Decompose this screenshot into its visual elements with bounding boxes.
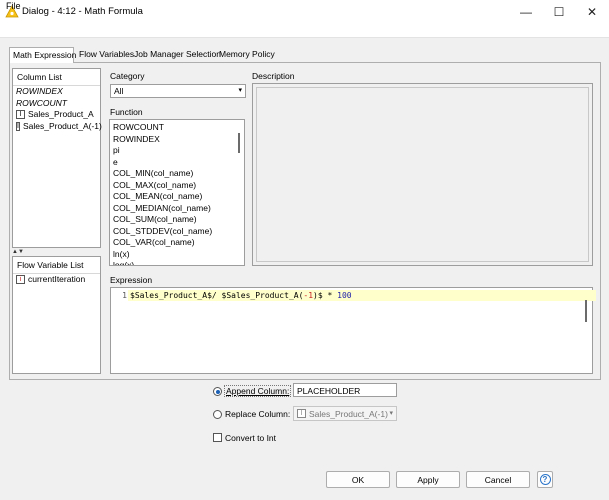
- function-item[interactable]: COL_STDDEV(col_name): [110, 226, 244, 238]
- tab-flow-variables[interactable]: Flow Variables: [76, 47, 137, 63]
- function-item[interactable]: ln(x): [110, 249, 244, 261]
- function-item[interactable]: COL_VAR(col_name): [110, 237, 244, 249]
- integer-type-icon: I: [297, 409, 306, 418]
- convert-to-int-checkbox[interactable]: [213, 433, 222, 442]
- function-item[interactable]: COL_MEDIAN(col_name): [110, 203, 244, 215]
- column-item-rowcount[interactable]: ROWCOUNT: [13, 98, 100, 110]
- function-item[interactable]: e: [110, 157, 244, 169]
- function-list[interactable]: ROWCOUNT ROWINDEX pi e COL_MIN(col_name) COL_…: [109, 119, 245, 266]
- expression-token: $Sales_Product_A$/ $Sales_Product_A: [130, 291, 299, 300]
- append-column-label: Append Column:: [223, 385, 292, 397]
- expression-label: Expression: [110, 275, 153, 285]
- help-button[interactable]: ?: [537, 471, 553, 488]
- function-item[interactable]: ROWINDEX: [110, 134, 244, 146]
- category-select[interactable]: All ▾: [110, 84, 246, 98]
- close-button[interactable]: ✕: [577, 0, 607, 24]
- column-list-header: Column List: [13, 69, 100, 86]
- apply-button[interactable]: Apply: [396, 471, 460, 488]
- function-item[interactable]: pi: [110, 145, 244, 157]
- cancel-button[interactable]: Cancel: [466, 471, 530, 488]
- expression-token: -1: [303, 291, 314, 300]
- column-item-sales-product-a[interactable]: I Sales_Product_A: [13, 109, 100, 121]
- menu-file[interactable]: File: [6, 1, 21, 11]
- expression-text[interactable]: $Sales_Product_A$/ $Sales_Product_A(-1)$…: [130, 291, 352, 300]
- function-item[interactable]: ROWCOUNT: [110, 122, 244, 134]
- flow-variable-item-current-iteration[interactable]: i currentIteration: [13, 274, 100, 286]
- tab-math-expression[interactable]: Math Expression: [9, 47, 76, 63]
- function-item[interactable]: COL_SUM(col_name): [110, 214, 244, 226]
- replace-column-label: Replace Column:: [225, 409, 291, 419]
- category-label: Category: [110, 71, 145, 81]
- expression-scrollbar[interactable]: [585, 300, 587, 322]
- column-item-rowindex[interactable]: ROWINDEX: [13, 86, 100, 98]
- ok-button[interactable]: OK: [326, 471, 390, 488]
- chevron-down-icon: ▾: [238, 87, 242, 94]
- function-item[interactable]: COL_MEAN(col_name): [110, 191, 244, 203]
- function-item[interactable]: log(x): [110, 260, 244, 265]
- expression-token: *: [322, 291, 338, 300]
- description-panel: [252, 83, 593, 266]
- integer-type-icon: I: [16, 121, 20, 131]
- integer-type-icon: I: [16, 110, 25, 120]
- flow-variable-int-icon: i: [16, 275, 25, 285]
- splitter-arrows[interactable]: ▲▼: [12, 249, 24, 255]
- expression-token: 100: [337, 291, 352, 300]
- function-item[interactable]: COL_MAX(col_name): [110, 180, 244, 192]
- expression-editor[interactable]: 1 $Sales_Product_A$/ $Sales_Product_A(-1…: [110, 287, 596, 374]
- function-item[interactable]: COL_MIN(col_name): [110, 168, 244, 180]
- description-content: [256, 87, 589, 262]
- column-list[interactable]: Column List ROWINDEX ROWCOUNT I Sales_Pro…: [12, 68, 102, 248]
- window-title: Dialog - 4:12 - Math Formula: [22, 6, 143, 17]
- menu-bar: [0, 24, 609, 38]
- help-icon: ?: [539, 474, 551, 485]
- function-label: Function: [110, 107, 143, 117]
- minimize-button[interactable]: —: [511, 0, 541, 24]
- flow-variable-list[interactable]: Flow Variable List i currentIteration: [12, 256, 101, 374]
- tab-job-manager-selection[interactable]: Job Manager Selection: [131, 47, 224, 63]
- convert-to-int-label: Convert to Int: [225, 433, 277, 443]
- tab-memory-policy[interactable]: Memory Policy: [216, 47, 278, 63]
- replace-column-radio[interactable]: [213, 410, 222, 419]
- append-column-input[interactable]: PLACEHOLDER: [293, 383, 397, 397]
- line-number: 1: [122, 291, 127, 300]
- append-column-radio[interactable]: [213, 387, 222, 396]
- replace-column-select[interactable]: I Sales_Product_A(-1) ▾: [293, 406, 397, 421]
- flow-variable-list-header: Flow Variable List: [13, 257, 100, 274]
- expression-token: )$: [313, 291, 323, 300]
- column-item-sales-product-a-lag[interactable]: I Sales_Product_A(-1): [13, 121, 102, 133]
- maximize-button[interactable]: ☐: [544, 0, 574, 24]
- category-value: All: [114, 86, 124, 96]
- description-label: Description: [252, 71, 295, 81]
- function-list-scrollbar[interactable]: [238, 133, 240, 153]
- chevron-down-icon: ▾: [389, 410, 393, 417]
